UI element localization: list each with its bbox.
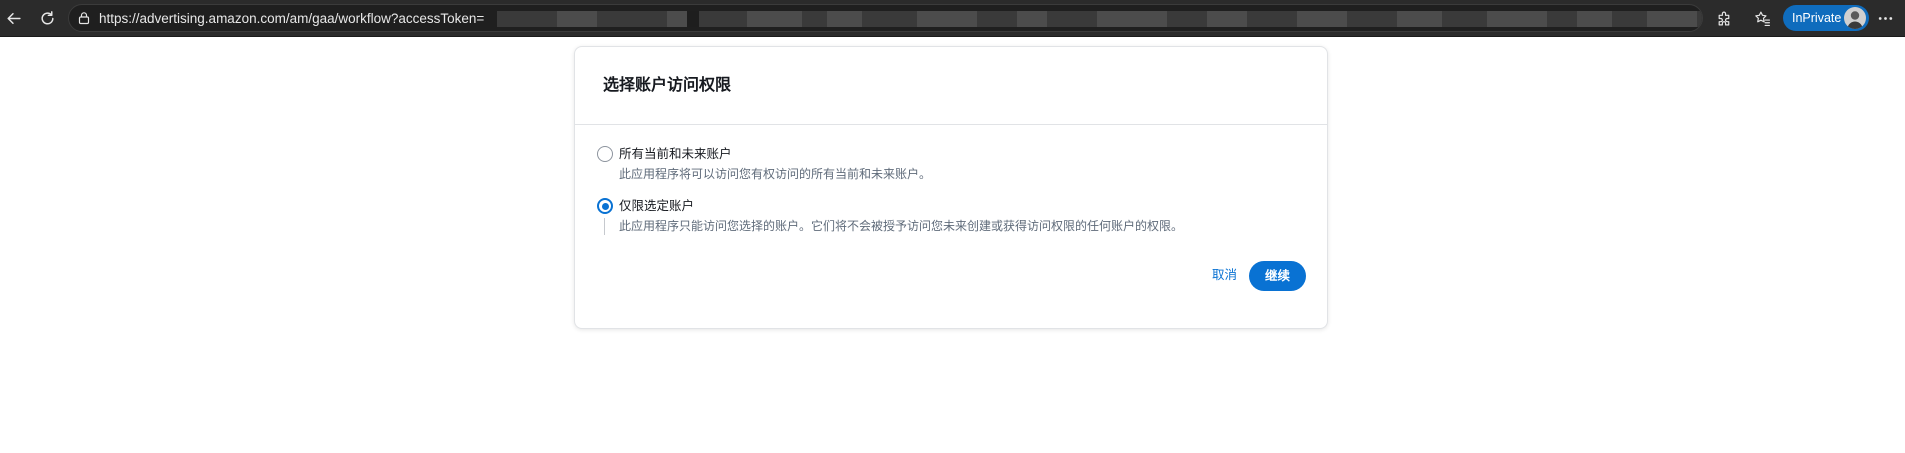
page-title: 选择账户访问权限 (603, 75, 732, 94)
refresh-button[interactable] (34, 5, 60, 31)
favorites-icon (1754, 11, 1770, 26)
radio-selected-accounts[interactable] (597, 198, 613, 214)
option-label[interactable]: 仅限选定账户 (619, 198, 694, 214)
extensions-button[interactable] (1711, 5, 1737, 31)
avatar (1844, 7, 1866, 29)
cancel-button[interactable]: 取消 (1212, 267, 1237, 283)
url-text[interactable]: https://advertising.amazon.com/am/gaa/wo… (99, 10, 484, 27)
card-header: 选择账户访问权限 (575, 47, 1327, 125)
option-label[interactable]: 所有当前和未来账户 (619, 146, 732, 162)
more-icon (1878, 16, 1892, 20)
refresh-icon (40, 10, 54, 24)
option-description: 此应用程序只能访问您选择的账户。它们将不会被授予访问您未来创建或获得访问权限的任… (619, 219, 1184, 233)
redacted-token (497, 11, 1702, 27)
description-divider (604, 218, 605, 235)
back-button[interactable] (0, 5, 26, 31)
option-description: 此应用程序将可以访问您有权访问的所有当前和未来账户。 (619, 167, 932, 181)
inprivate-button[interactable]: InPrivate (1783, 5, 1869, 31)
inprivate-label: InPrivate (1792, 11, 1842, 25)
more-button[interactable] (1872, 5, 1898, 31)
account-access-card: 选择账户访问权限 所有当前和未来账户 此应用程序将可以访问您有权访问的所有当前和… (574, 46, 1328, 329)
lock-icon[interactable] (77, 11, 91, 25)
continue-button[interactable]: 继续 (1249, 261, 1306, 291)
puzzle-icon (1718, 11, 1729, 25)
browser-toolbar: https://advertising.amazon.com/am/gaa/wo… (0, 0, 1905, 37)
address-bar[interactable]: https://advertising.amazon.com/am/gaa/wo… (68, 4, 1703, 32)
back-arrow-icon (6, 12, 21, 24)
radio-all-accounts[interactable] (597, 146, 613, 162)
favorites-button[interactable] (1749, 5, 1775, 31)
